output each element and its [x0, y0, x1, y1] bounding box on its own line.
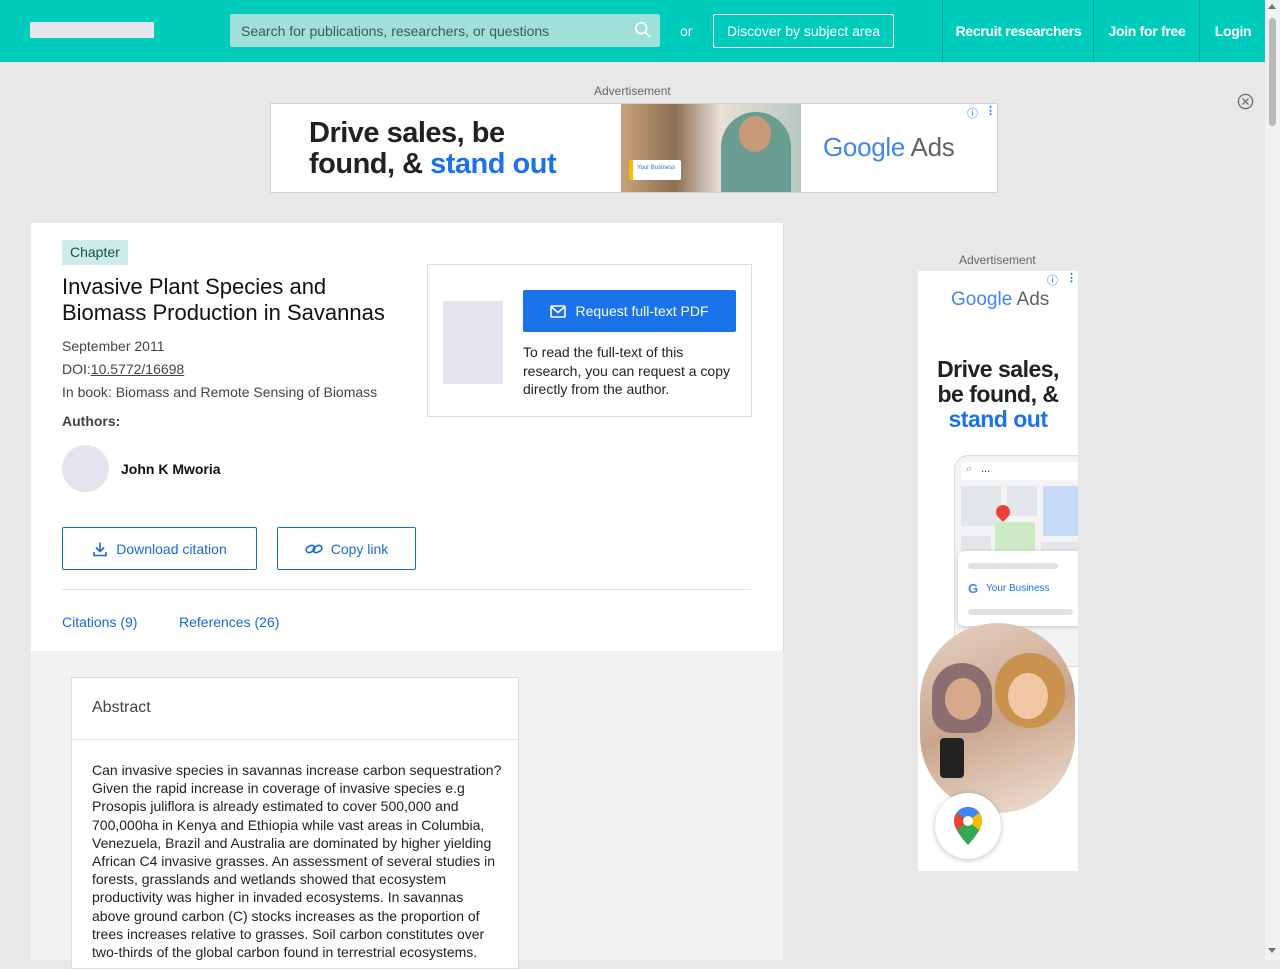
publication-book: In book: Biomass and Remote Sensing of B…: [62, 384, 378, 400]
abstract-text: Can invasive species in savannas increas…: [92, 762, 502, 961]
abstract-card: Abstract Can invasive species in savanna…: [71, 677, 519, 969]
link-icon: [305, 544, 323, 553]
publication-date: September 2011: [62, 338, 165, 354]
section-divider: [62, 589, 751, 590]
google-ads-logo: Google Ads: [823, 132, 955, 162]
search-input[interactable]: [230, 14, 631, 47]
login-link[interactable]: Login: [1199, 0, 1266, 62]
pdf-thumbnail: [443, 301, 503, 384]
publication-type-badge: Chapter: [62, 240, 128, 265]
google-g-icon: G: [968, 581, 979, 596]
google-maps-icon: [935, 793, 1001, 859]
ad-info-icon[interactable]: ⓘ: [967, 105, 978, 121]
site-logo[interactable]: [30, 22, 154, 38]
advertisement-label: Advertisement: [594, 84, 671, 98]
side-ad-info-icon[interactable]: ⓘ: [1047, 272, 1058, 288]
banner-ad-photo: Your Business: [621, 104, 801, 192]
side-ad-photo: [920, 623, 1075, 813]
recruit-researchers-link[interactable]: Recruit researchers: [942, 0, 1094, 62]
tab-references[interactable]: References (26): [179, 614, 279, 630]
banner-ad-headline: Drive sales, be found, & stand out: [309, 117, 557, 180]
discover-by-subject-button[interactable]: Discover by subject area: [713, 14, 894, 48]
scroll-up-arrow[interactable]: [1268, 4, 1276, 9]
request-full-text-note: To read the full-text of this research, …: [523, 344, 731, 397]
tab-citations[interactable]: Citations (9): [62, 614, 137, 630]
scroll-down-arrow[interactable]: [1268, 948, 1276, 953]
publication-header-card: Chapter Invasive Plant Species and Bioma…: [31, 223, 784, 651]
abstract-heading: Abstract: [92, 699, 151, 716]
or-label: or: [680, 23, 693, 39]
side-advertisement-label: Advertisement: [959, 253, 1036, 267]
map-search-bar: ⌕ ...: [961, 462, 1078, 480]
abstract-header: Abstract: [72, 678, 518, 740]
doi-link[interactable]: 10.5772/16698: [91, 361, 184, 377]
side-advertisement[interactable]: ⓘ ⋮ Google Ads Drive sales, be found, & …: [918, 271, 1078, 871]
scroll-thumb[interactable]: [1269, 18, 1276, 126]
download-icon: [93, 542, 108, 556]
banner-ad-business-tag: Your Business: [629, 160, 681, 180]
top-navigation-bar: or Discover by subject area Recruit rese…: [0, 0, 1265, 62]
search-box[interactable]: [230, 14, 660, 47]
join-for-free-link[interactable]: Join for free: [1093, 0, 1200, 62]
author-avatar[interactable]: [62, 445, 109, 492]
close-ad-icon[interactable]: [1237, 93, 1254, 110]
publication-doi: DOI:10.5772/16698: [62, 361, 185, 377]
side-google-ads-logo: Google Ads: [951, 289, 1050, 310]
side-ad-business-card: G Your Business: [958, 551, 1078, 626]
ad-more-options-icon[interactable]: ⋮: [985, 104, 996, 117]
side-ad-headline: Drive sales, be found, & stand out: [937, 356, 1059, 432]
page-scrollbar[interactable]: [1265, 0, 1280, 960]
mail-icon: [550, 304, 567, 318]
author-name-link[interactable]: John K Mworia: [121, 461, 221, 477]
publication-title: Invasive Plant Species and Biomass Produ…: [62, 274, 385, 325]
request-full-text-pdf-button[interactable]: Request full-text PDF: [523, 290, 736, 332]
map-search-icon: ⌕: [966, 463, 973, 475]
side-ad-more-options-icon[interactable]: ⋮: [1066, 271, 1077, 284]
request-full-text-panel: Request full-text PDF To read the full-t…: [427, 264, 752, 417]
authors-label: Authors:: [62, 413, 121, 429]
search-icon[interactable]: [634, 21, 652, 39]
copy-link-button[interactable]: Copy link: [277, 527, 416, 570]
banner-advertisement[interactable]: Drive sales, be found, & stand out Your …: [270, 103, 998, 193]
download-citation-button[interactable]: Download citation: [62, 527, 257, 570]
